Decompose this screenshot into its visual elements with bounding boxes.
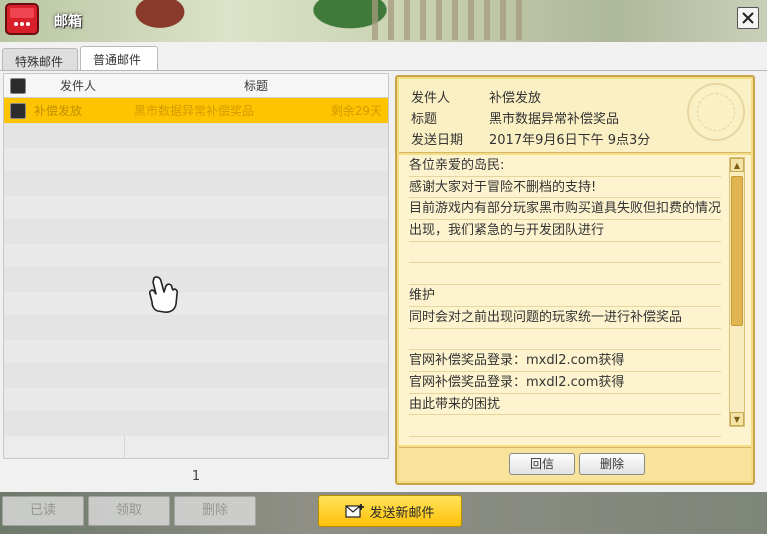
empty-mail-row <box>4 364 388 388</box>
tab-divider <box>0 70 767 71</box>
mail-body-line: 目前游戏内有部分玩家黑市购买道具失败但扣费的情况 <box>409 198 721 221</box>
empty-mail-row <box>4 172 388 196</box>
mail-body-line <box>409 263 721 286</box>
detail-date-value: 2017年9月6日下午 9点3分 <box>489 133 651 148</box>
chevron-up-icon: ▲ <box>733 160 741 170</box>
scroll-thumb[interactable] <box>731 176 743 326</box>
detail-subject-label: 标题 <box>411 112 438 127</box>
mail-row-selected[interactable]: 补偿发放 黑市数据异常补偿奖品 剩余29天 <box>4 98 388 124</box>
send-new-mail-button[interactable]: 发送新邮件 <box>318 495 462 527</box>
detail-date-row: 发送日期 2017年9月6日下午 9点3分 <box>411 129 650 148</box>
detail-sender-label: 发件人 <box>411 91 451 106</box>
mail-body-line <box>409 242 721 264</box>
mail-rows: 补偿发放 黑市数据异常补偿奖品 剩余29天 <box>4 98 388 436</box>
mailbox-window: 特殊邮件 普通邮件 发件人 标题 补偿发放 黑市数据异常补偿奖品 剩余29天 1… <box>0 42 767 492</box>
scroll-up-button[interactable]: ▲ <box>730 158 744 172</box>
mail-row-checkbox[interactable] <box>10 102 26 119</box>
select-all-checkbox[interactable] <box>10 77 26 94</box>
empty-mail-row <box>4 316 388 340</box>
detail-subject-value: 黑市数据异常补偿奖品 <box>489 112 620 127</box>
mail-list-header: 发件人 标题 <box>4 74 388 98</box>
empty-mail-row <box>4 196 388 220</box>
mail-body-line: 维护 <box>409 285 721 307</box>
empty-mail-row <box>4 340 388 364</box>
mail-detail-pane: 发件人 补偿发放 标题 黑市数据异常补偿奖品 发送日期 2017年9月6日下午 … <box>395 75 755 485</box>
chevron-down-icon: ▼ <box>733 414 741 424</box>
mail-remaining-days: 剩余29天 <box>330 104 382 118</box>
mailbox-icon <box>5 3 39 35</box>
mail-body-line: 各位亲爱的岛民: <box>409 155 721 177</box>
mail-body-line: 同时会对之前出现问题的玩家统一进行补偿奖品 <box>409 307 721 329</box>
delete-button[interactable]: 删除 <box>174 496 256 526</box>
empty-mail-row <box>4 412 388 436</box>
empty-mail-row <box>4 292 388 316</box>
window-title: 邮箱 <box>54 14 82 30</box>
close-icon <box>742 12 754 24</box>
mark-read-button[interactable]: 已读 <box>2 496 84 526</box>
mail-detail-footer: 回信 删除 <box>399 447 751 481</box>
mail-body-scrollbar[interactable]: ▲ ▼ <box>729 157 745 427</box>
column-header-sender[interactable]: 发件人 <box>32 77 124 94</box>
detail-sender-row: 发件人 补偿发放 <box>411 87 541 106</box>
hand-cursor-icon <box>149 276 178 313</box>
tab-special-mail[interactable]: 特殊邮件 <box>2 48 78 70</box>
empty-mail-row <box>4 220 388 244</box>
receive-button[interactable]: 领取 <box>88 496 170 526</box>
mail-list: 发件人 标题 补偿发放 黑市数据异常补偿奖品 剩余29天 <box>3 73 389 459</box>
mail-body-line: 官网补偿奖品登录：mxdl2.com获得 <box>409 350 721 372</box>
mail-sender: 补偿发放 <box>34 104 83 118</box>
page-indicator: 1 <box>191 468 201 484</box>
mail-body-line: 由此带来的困扰 <box>409 394 721 416</box>
tab-normal-mail[interactable]: 普通邮件 <box>80 46 158 70</box>
mail-detail-header: 发件人 补偿发放 标题 黑市数据异常补偿奖品 发送日期 2017年9月6日下午 … <box>399 79 751 153</box>
empty-mail-row <box>4 124 388 148</box>
column-header-subject[interactable]: 标题 <box>124 77 388 94</box>
empty-mail-row <box>4 268 388 292</box>
detail-subject-row: 标题 黑市数据异常补偿奖品 <box>411 108 619 127</box>
send-new-mail-label: 发送新邮件 <box>369 505 435 521</box>
empty-mail-row <box>4 148 388 172</box>
detail-date-label: 发送日期 <box>411 133 464 148</box>
mail-body-line: 官网补偿奖品登录：mxdl2.com获得 <box>409 372 721 394</box>
empty-mail-row <box>4 388 388 412</box>
envelope-plus-icon <box>345 504 365 518</box>
stamp-icon <box>687 83 745 141</box>
mail-body-line: 感谢大家对于冒险不删档的支持! <box>409 177 721 199</box>
mail-body-line: 出现，我们紧急的与开发团队进行 <box>409 220 721 242</box>
mail-body: 各位亲爱的岛民: 感谢大家对于冒险不删档的支持! 目前游戏内有部分玩家黑市购买道… <box>399 155 751 445</box>
mail-subject: 黑市数据异常补偿奖品 <box>134 104 255 118</box>
detail-sender-value: 补偿发放 <box>489 91 542 106</box>
detail-delete-button[interactable]: 删除 <box>579 453 645 475</box>
mail-body-line <box>409 329 721 351</box>
close-button[interactable] <box>737 7 759 29</box>
reply-button[interactable]: 回信 <box>509 453 575 475</box>
mail-body-line <box>409 415 721 437</box>
empty-mail-row <box>4 244 388 268</box>
scroll-down-button[interactable]: ▼ <box>730 412 744 426</box>
mail-body-lines: 各位亲爱的岛民: 感谢大家对于冒险不删档的支持! 目前游戏内有部分玩家黑市购买道… <box>409 155 721 437</box>
title-bar: 邮箱 <box>0 0 767 38</box>
bottom-toolbar: 已读 领取 删除 发送新邮件 <box>0 492 767 534</box>
